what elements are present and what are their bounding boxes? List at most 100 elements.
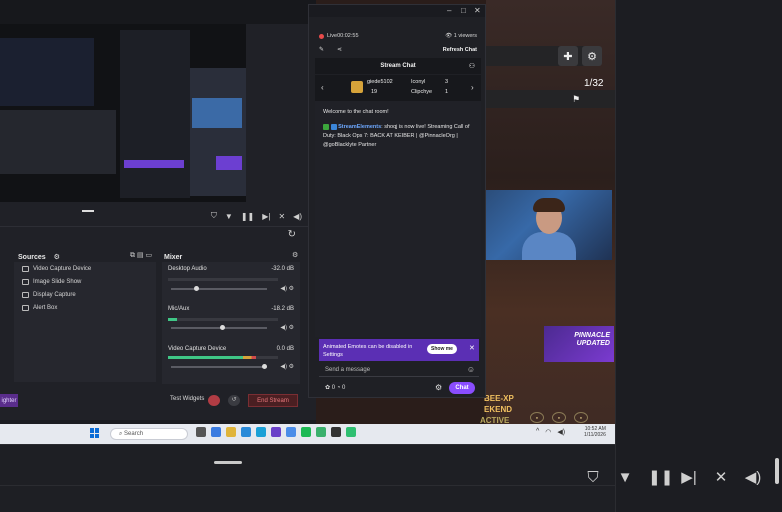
outer-bottom-bar	[0, 444, 615, 512]
channel-icons[interactable]: ◀) ⚙	[280, 363, 294, 370]
emoji-icon[interactable]: ☺	[467, 365, 475, 374]
app-icon[interactable]	[301, 427, 311, 437]
volume-slider[interactable]	[171, 327, 267, 329]
scene-icons[interactable]: ⧉ ▤ ▭	[130, 251, 152, 260]
gear-icon[interactable]: ⚙	[435, 383, 442, 392]
points-display[interactable]: ✿ 0 ◔ 0	[325, 384, 345, 391]
taskbar-clock[interactable]: 10:52 AM 1/11/2026	[584, 426, 606, 438]
refresh-chat-button[interactable]: Refresh Chat	[443, 47, 477, 53]
game-text-1: BEE-XP	[484, 394, 514, 403]
mute-mic-icon[interactable]: ✕	[712, 468, 730, 486]
chat-title: Stream Chat	[380, 63, 416, 69]
filter-icon[interactable]: ▼	[616, 469, 634, 486]
app-icon[interactable]	[256, 427, 266, 437]
divider	[615, 0, 616, 512]
slider-knob[interactable]	[194, 286, 199, 291]
inner-preview	[0, 24, 246, 202]
show-me-button[interactable]: Show me	[427, 344, 457, 354]
test-widgets-label[interactable]: Test Widgets	[170, 396, 204, 402]
chat-footer: ✿ 0 ◔ 0 ⚙ Chat	[319, 381, 479, 395]
chat-username[interactable]: StreamElements	[338, 124, 381, 130]
resize-grip[interactable]	[214, 461, 242, 464]
mixer-settings-icon[interactable]: ⚙	[292, 251, 298, 259]
taskbar-search[interactable]: ⌕ Search	[110, 428, 188, 440]
channel-icons[interactable]: ◀) ⚙	[280, 324, 294, 331]
game-text-2: EKEND	[484, 405, 513, 414]
promo-overlay: PINNACLE UPDATED	[544, 326, 614, 362]
chevron-right-icon[interactable]: ›	[471, 83, 474, 92]
sources-settings-icon[interactable]: ⚙	[54, 253, 60, 261]
skip-icon[interactable]: ▶|	[680, 468, 698, 486]
gear-icon[interactable]: ⚙	[582, 46, 602, 66]
pause-icon[interactable]: ❚❚	[241, 212, 254, 221]
chat-input-placeholder: Send a message	[325, 367, 371, 373]
minimize-icon[interactable]: –	[447, 6, 451, 15]
mute-icon[interactable]: ✕	[278, 212, 285, 221]
sources-list: Video Capture Device Image Slide Show Di…	[14, 262, 156, 382]
chat-toolbar: ✎ ⋖ Refresh Chat	[309, 45, 485, 57]
badge-icon	[330, 123, 337, 130]
volume-icon[interactable]: ◀)	[293, 212, 302, 221]
leader-value: 19	[371, 89, 378, 95]
user-list-icon[interactable]: ⚇	[469, 62, 475, 70]
pause-icon[interactable]: ❚❚	[648, 468, 673, 486]
app-icon[interactable]	[226, 427, 236, 437]
source-item[interactable]: Display Capture	[22, 290, 76, 300]
volume-slider[interactable]	[171, 288, 267, 290]
filter-icon[interactable]: ▼	[225, 212, 233, 221]
wifi-icon[interactable]: ◠	[545, 428, 551, 436]
volume-slider[interactable]	[171, 366, 267, 368]
app-icon[interactable]	[196, 427, 206, 437]
chat-input[interactable]: Send a message ☺	[319, 363, 479, 377]
chat-send-button[interactable]: Chat	[449, 382, 475, 394]
slider-knob[interactable]	[262, 364, 267, 369]
channel-icons[interactable]: ◀) ⚙	[280, 285, 294, 292]
mixer-panel: Desktop Audio -32.0 dB ◀) ⚙ Mic/Aux -18.…	[162, 262, 300, 384]
clock-date: 1/11/2026	[584, 432, 606, 438]
mixer-channel-label: Video Capture Device	[168, 346, 227, 352]
close-icon[interactable]: ✕	[474, 6, 481, 15]
refresh-icon[interactable]: ↻	[288, 229, 296, 240]
controller-icon[interactable]: ✚	[558, 46, 578, 66]
notice-text: Animated Emotes can be disabled in Setti…	[323, 344, 413, 358]
scrollbar-thumb[interactable]	[775, 458, 779, 484]
share-icon[interactable]: ⋖	[337, 46, 342, 53]
skip-icon[interactable]: ▶|	[262, 212, 270, 221]
app-icon[interactable]	[241, 427, 251, 437]
mixer-channel-label: Mic/Aux	[168, 306, 190, 312]
system-tray[interactable]: ^ ◠ ◀)	[536, 428, 565, 436]
end-stream-button[interactable]: End Stream	[248, 394, 298, 407]
pencil-icon[interactable]: ✎	[319, 46, 324, 53]
viewer-count: 👁 1 viewers	[445, 33, 477, 39]
highlighter-button[interactable]: ighter	[0, 394, 18, 407]
app-icon[interactable]	[286, 427, 296, 437]
camera-icon	[22, 266, 29, 272]
chevron-up-icon[interactable]: ^	[536, 428, 539, 436]
source-item[interactable]: Alert Box	[22, 303, 57, 313]
app-icon[interactable]	[331, 427, 341, 437]
app-icon[interactable]	[346, 427, 356, 437]
source-item[interactable]: Video Capture Device	[22, 264, 91, 274]
record-button[interactable]	[208, 395, 220, 406]
app-icon[interactable]	[316, 427, 326, 437]
preview-pane-a	[0, 38, 94, 106]
mixer-channel-db: -32.0 dB	[271, 266, 294, 272]
replay-button[interactable]: ↺	[228, 395, 240, 406]
preview-pane-b	[0, 110, 116, 174]
app-icon[interactable]	[271, 427, 281, 437]
windows-start-icon[interactable]	[90, 428, 100, 438]
app-icon[interactable]	[211, 427, 221, 437]
slider-knob[interactable]	[220, 325, 225, 330]
chevron-left-icon[interactable]: ‹	[321, 83, 324, 92]
shield-icon[interactable]: ⛉	[584, 469, 602, 486]
audio-meter	[168, 318, 278, 321]
mixer-channel-db: 0.0 dB	[276, 346, 294, 352]
shield-icon[interactable]: ⛉	[211, 211, 217, 221]
webcam-body	[522, 232, 576, 260]
leader-name: Clipchye	[411, 89, 433, 95]
volume-icon[interactable]: ◀)	[744, 468, 762, 486]
volume-icon[interactable]: ◀)	[557, 428, 565, 436]
source-item[interactable]: Image Slide Show	[22, 277, 81, 287]
close-icon[interactable]: ✕	[469, 344, 475, 352]
maximize-icon[interactable]: □	[461, 6, 466, 15]
